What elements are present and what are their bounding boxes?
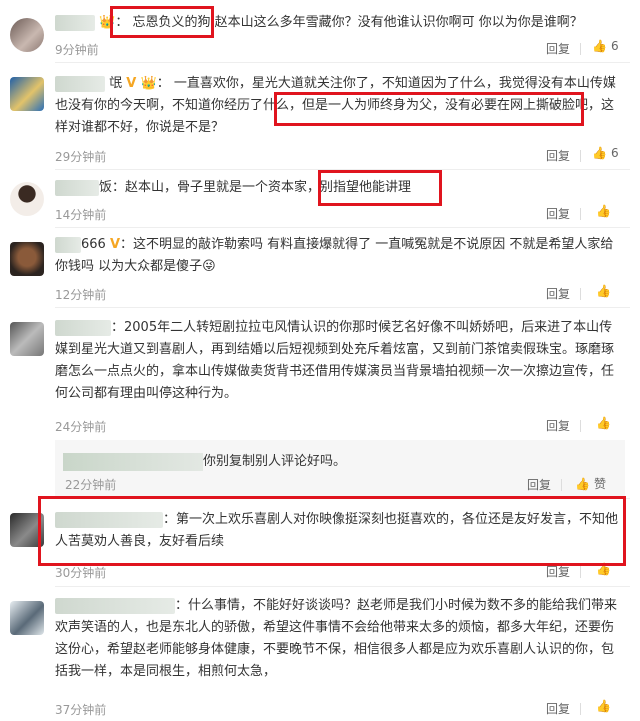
comment-body: ：这不明显的敲诈勒索吗 有料直接爆就得了 一直喊冤就是不说原因 不就是希望人家给…: [55, 237, 614, 274]
username-tail: 饭: [99, 180, 113, 195]
comment-time: 30分钟前: [55, 566, 107, 580]
like-button[interactable]: 👍: [596, 699, 611, 713]
like-button[interactable]: 👍 6: [592, 39, 619, 53]
like-button[interactable]: 👍: [596, 416, 611, 430]
reply-button[interactable]: 回复: [546, 40, 570, 57]
comment-text: ：什么事情，不能好好谈谈吗？赵老师是我们小时候为数不多的能给我们带来欢声笑语的人…: [55, 597, 618, 679]
comment-item: ：什么事情，不能好好谈谈吗？赵老师是我们小时候为数不多的能给我们带来欢声笑语的人…: [0, 587, 640, 721]
praise-label: 赞: [593, 477, 606, 491]
divider: [580, 43, 581, 55]
comment-item: ：2005年二人转短剧拉拉屯风情认识的你那时候艺名好像不叫娇娇吧，后来进了本山传…: [0, 308, 640, 434]
divider: [580, 566, 581, 578]
reply-button[interactable]: 回复: [527, 476, 551, 493]
thumbs-up-icon: 👍: [575, 476, 590, 491]
reply-thread: 你别复制别人评论好吗。 22分钟前 回复 👍 赞: [55, 440, 625, 496]
comment-time: 29分钟前: [55, 150, 107, 164]
like-button[interactable]: 👍: [596, 284, 611, 298]
highlight-box: [38, 496, 626, 566]
username-redacted[interactable]: [55, 14, 95, 31]
username-tail: 氓: [109, 76, 123, 91]
like-button[interactable]: 👍 6: [592, 146, 619, 160]
reply-button[interactable]: 回复: [546, 285, 570, 302]
like-button[interactable]: 👍: [596, 204, 611, 218]
highlight-box: [318, 170, 442, 206]
like-count: 6: [610, 39, 619, 53]
verified-badge-icon: V: [109, 237, 121, 252]
comment-text: 666 V：这不明显的敲诈勒索吗 有料直接爆就得了 一直喊冤就是不说原因 不就是…: [55, 234, 625, 278]
thumbs-up-icon: 👍: [596, 416, 611, 430]
avatar[interactable]: [10, 77, 44, 111]
comment-time: 24分钟前: [55, 420, 107, 434]
avatar[interactable]: [10, 601, 44, 635]
comment-time: 14分钟前: [55, 208, 107, 222]
comment-item: 👑： 忘恩负义的狗 赵本山这么多年雪藏你？没有他谁认识你啊可 你以为你是谁啊？ …: [0, 0, 640, 62]
divider: [580, 420, 581, 432]
username-redacted[interactable]: [55, 75, 105, 92]
username-redacted[interactable]: [55, 179, 99, 196]
highlight-box: [274, 92, 584, 126]
thumbs-up-icon: 👍: [592, 146, 607, 160]
reply-button[interactable]: 回复: [546, 147, 570, 164]
divider: [580, 703, 581, 715]
avatar[interactable]: [10, 18, 44, 52]
avatar[interactable]: [10, 242, 44, 276]
thumbs-up-icon: 👍: [596, 699, 611, 713]
avatar[interactable]: [10, 182, 44, 216]
verified-badge-icon: V: [126, 76, 137, 91]
like-button[interactable]: 👍 赞: [575, 475, 606, 492]
comment-body: 赵本山这么多年雪藏你？没有他谁认识你啊可 你以为你是谁啊？: [214, 15, 583, 30]
thumbs-up-icon: 👍: [596, 284, 611, 298]
sub-reply-body: 你别复制别人评论好吗。: [203, 454, 347, 469]
thumbs-up-icon: 👍: [592, 39, 607, 53]
sub-reply-time: 22分钟前: [65, 478, 117, 492]
like-count: 6: [610, 146, 619, 160]
reply-button[interactable]: 回复: [546, 205, 570, 222]
thumbs-up-icon: 👍: [596, 204, 611, 218]
emoji-icon: 👑: [140, 76, 157, 91]
divider: [580, 150, 581, 162]
comment-text: ：2005年二人转短剧拉拉屯风情认识的你那时候艺名好像不叫娇娇吧，后来进了本山传…: [55, 319, 615, 401]
comment-body: 2005年二人转短剧拉拉屯风情认识的你那时候艺名好像不叫娇娇吧，后来进了本山传媒…: [55, 320, 615, 401]
sub-reply-text: 你别复制别人评论好吗。: [63, 450, 346, 471]
reply-button[interactable]: 回复: [546, 417, 570, 434]
emoji-icon: 😜: [202, 259, 216, 274]
comment-time: 37分钟前: [55, 703, 107, 717]
avatar[interactable]: [10, 322, 44, 356]
comment-item: 666 V：这不明显的敲诈勒索吗 有料直接爆就得了 一直喊冤就是不说原因 不就是…: [0, 228, 640, 306]
username-tail: 666: [81, 237, 106, 252]
divider: [580, 288, 581, 300]
divider: [580, 208, 581, 220]
username-redacted[interactable]: [55, 319, 111, 336]
divider: [561, 479, 562, 491]
reply-button[interactable]: 回复: [546, 700, 570, 717]
username-redacted[interactable]: [63, 452, 203, 471]
username-redacted[interactable]: [55, 236, 81, 253]
comment-body: ：赵本山，骨子里就是一个资本家，: [112, 180, 321, 195]
comment-time: 12分钟前: [55, 288, 107, 302]
comment-time: 9分钟前: [55, 43, 99, 57]
username-redacted[interactable]: [55, 597, 175, 614]
highlight-box: [110, 6, 214, 38]
